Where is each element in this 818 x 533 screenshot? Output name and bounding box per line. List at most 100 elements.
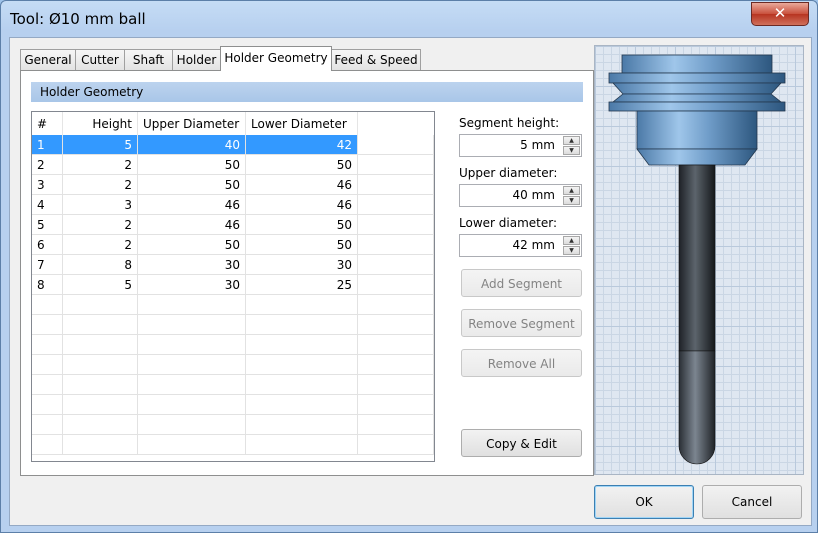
segment-height-value: 5 mm — [520, 138, 555, 152]
cell-height: 5 — [63, 135, 138, 155]
cell-lower-diameter — [246, 435, 358, 455]
cell-lower-diameter — [246, 395, 358, 415]
tab-holder[interactable]: Holder — [172, 49, 221, 70]
segment-height-label: Segment height: — [459, 116, 560, 130]
spin-down-icon[interactable]: ▼ — [563, 146, 580, 155]
cell-lower-diameter — [246, 295, 358, 315]
cell-upper-diameter: 30 — [138, 255, 246, 275]
lower-diameter-value: 42 mm — [512, 238, 555, 252]
table-row[interactable]: 1 5 40 42 — [32, 135, 434, 155]
cell-number — [32, 315, 63, 335]
cell-upper-diameter: 50 — [138, 235, 246, 255]
title-bar[interactable]: Tool: Ø10 mm ball ✕ — [1, 1, 817, 37]
empty-table-row[interactable] — [32, 415, 434, 435]
tool-preview-drawing — [608, 54, 786, 465]
cell-number: 3 — [32, 175, 63, 195]
cell-height — [63, 435, 138, 455]
empty-table-row[interactable] — [32, 315, 434, 335]
cell-filler — [358, 275, 434, 295]
cell-lower-diameter: 30 — [246, 255, 358, 275]
cell-height — [63, 375, 138, 395]
cell-filler — [358, 215, 434, 235]
section-header: Holder Geometry — [31, 82, 583, 102]
cell-height — [63, 415, 138, 435]
spin-up-icon[interactable]: ▲ — [563, 236, 580, 245]
cell-number: 5 — [32, 215, 63, 235]
segments-table[interactable]: # Height Upper Diameter Lower Diameter 1… — [31, 111, 435, 462]
spin-down-icon[interactable]: ▼ — [563, 196, 580, 205]
tab-shaft[interactable]: Shaft — [124, 49, 173, 70]
table-row[interactable]: 6 2 50 50 — [32, 235, 434, 255]
cell-lower-diameter — [246, 415, 358, 435]
column-header-number[interactable]: # — [32, 112, 63, 135]
table-row[interactable]: 2 2 50 50 — [32, 155, 434, 175]
column-header-lower-diameter[interactable]: Lower Diameter — [246, 112, 358, 135]
cell-filler — [358, 175, 434, 195]
cell-lower-diameter: 50 — [246, 235, 358, 255]
tab-general[interactable]: General — [20, 49, 76, 70]
lower-diameter-input[interactable]: 42 mm ▲ ▼ — [459, 234, 582, 257]
close-button[interactable]: ✕ — [751, 2, 809, 26]
empty-table-row[interactable] — [32, 435, 434, 455]
upper-diameter-input[interactable]: 40 mm ▲ ▼ — [459, 184, 582, 207]
cell-number: 8 — [32, 275, 63, 295]
cell-lower-diameter: 46 — [246, 195, 358, 215]
cell-number — [32, 295, 63, 315]
cell-upper-diameter: 50 — [138, 175, 246, 195]
cell-filler — [358, 195, 434, 215]
empty-table-row[interactable] — [32, 295, 434, 315]
spin-down-icon[interactable]: ▼ — [563, 246, 580, 255]
holder-geometry-panel: Holder Geometry # Height Upper Diameter … — [20, 70, 594, 476]
empty-table-row[interactable] — [32, 335, 434, 355]
add-segment-button[interactable]: Add Segment — [461, 269, 582, 297]
cell-lower-diameter — [246, 315, 358, 335]
table-row[interactable]: 5 2 46 50 — [32, 215, 434, 235]
cell-lower-diameter — [246, 335, 358, 355]
cell-number: 6 — [32, 235, 63, 255]
cell-filler — [358, 255, 434, 275]
lower-diameter-spinner: ▲ ▼ — [563, 236, 580, 255]
table-row[interactable]: 3 2 50 46 — [32, 175, 434, 195]
cancel-button[interactable]: Cancel — [702, 485, 802, 519]
segment-height-input[interactable]: 5 mm ▲ ▼ — [459, 134, 582, 157]
cell-lower-diameter — [246, 355, 358, 375]
cell-filler — [358, 435, 434, 455]
cell-filler — [358, 415, 434, 435]
tab-holder-geometry[interactable]: Holder Geometry — [220, 46, 332, 71]
cell-upper-diameter — [138, 295, 246, 315]
table-row[interactable]: 8 5 30 25 — [32, 275, 434, 295]
table-row[interactable]: 7 8 30 30 — [32, 255, 434, 275]
tab-feed-speed[interactable]: Feed & Speed — [331, 49, 421, 70]
cell-upper-diameter — [138, 355, 246, 375]
tool-preview[interactable] — [594, 45, 804, 475]
tab-cutter[interactable]: Cutter — [75, 49, 125, 70]
cell-upper-diameter — [138, 335, 246, 355]
cell-upper-diameter: 50 — [138, 155, 246, 175]
segment-height-spinner: ▲ ▼ — [563, 136, 580, 155]
spin-up-icon[interactable]: ▲ — [563, 136, 580, 145]
holder-body-icon — [608, 54, 786, 166]
empty-table-row[interactable] — [32, 395, 434, 415]
column-header-height[interactable]: Height — [63, 112, 138, 135]
cell-height — [63, 295, 138, 315]
column-header-upper-diameter[interactable]: Upper Diameter — [138, 112, 246, 135]
cell-number: 2 — [32, 155, 63, 175]
table-row[interactable]: 4 3 46 46 — [32, 195, 434, 215]
cell-upper-diameter: 30 — [138, 275, 246, 295]
cell-lower-diameter — [246, 375, 358, 395]
upper-diameter-label: Upper diameter: — [459, 166, 558, 180]
cell-lower-diameter: 25 — [246, 275, 358, 295]
empty-table-row[interactable] — [32, 355, 434, 375]
cell-lower-diameter: 50 — [246, 215, 358, 235]
spin-up-icon[interactable]: ▲ — [563, 186, 580, 195]
empty-table-row[interactable] — [32, 375, 434, 395]
upper-diameter-spinner: ▲ ▼ — [563, 186, 580, 205]
remove-segment-button[interactable]: Remove Segment — [461, 309, 582, 337]
copy-edit-button[interactable]: Copy & Edit — [461, 429, 582, 457]
dialog-window: Tool: Ø10 mm ball ✕ General Cutter Shaft… — [0, 0, 818, 533]
remove-all-button[interactable]: Remove All — [461, 349, 582, 377]
cell-upper-diameter — [138, 395, 246, 415]
ok-button[interactable]: OK — [594, 485, 694, 519]
cell-number — [32, 415, 63, 435]
cell-number — [32, 395, 63, 415]
